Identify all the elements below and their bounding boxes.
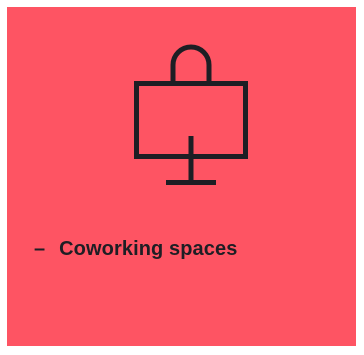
arch-shape (170, 44, 212, 83)
bullet-dash: – (34, 238, 46, 260)
monitor-with-arch-icon (134, 44, 248, 185)
card-label-row: – Coworking spaces (34, 234, 237, 264)
coworking-spaces-card[interactable]: – Coworking spaces (7, 7, 356, 346)
card-label: Coworking spaces (59, 238, 238, 260)
